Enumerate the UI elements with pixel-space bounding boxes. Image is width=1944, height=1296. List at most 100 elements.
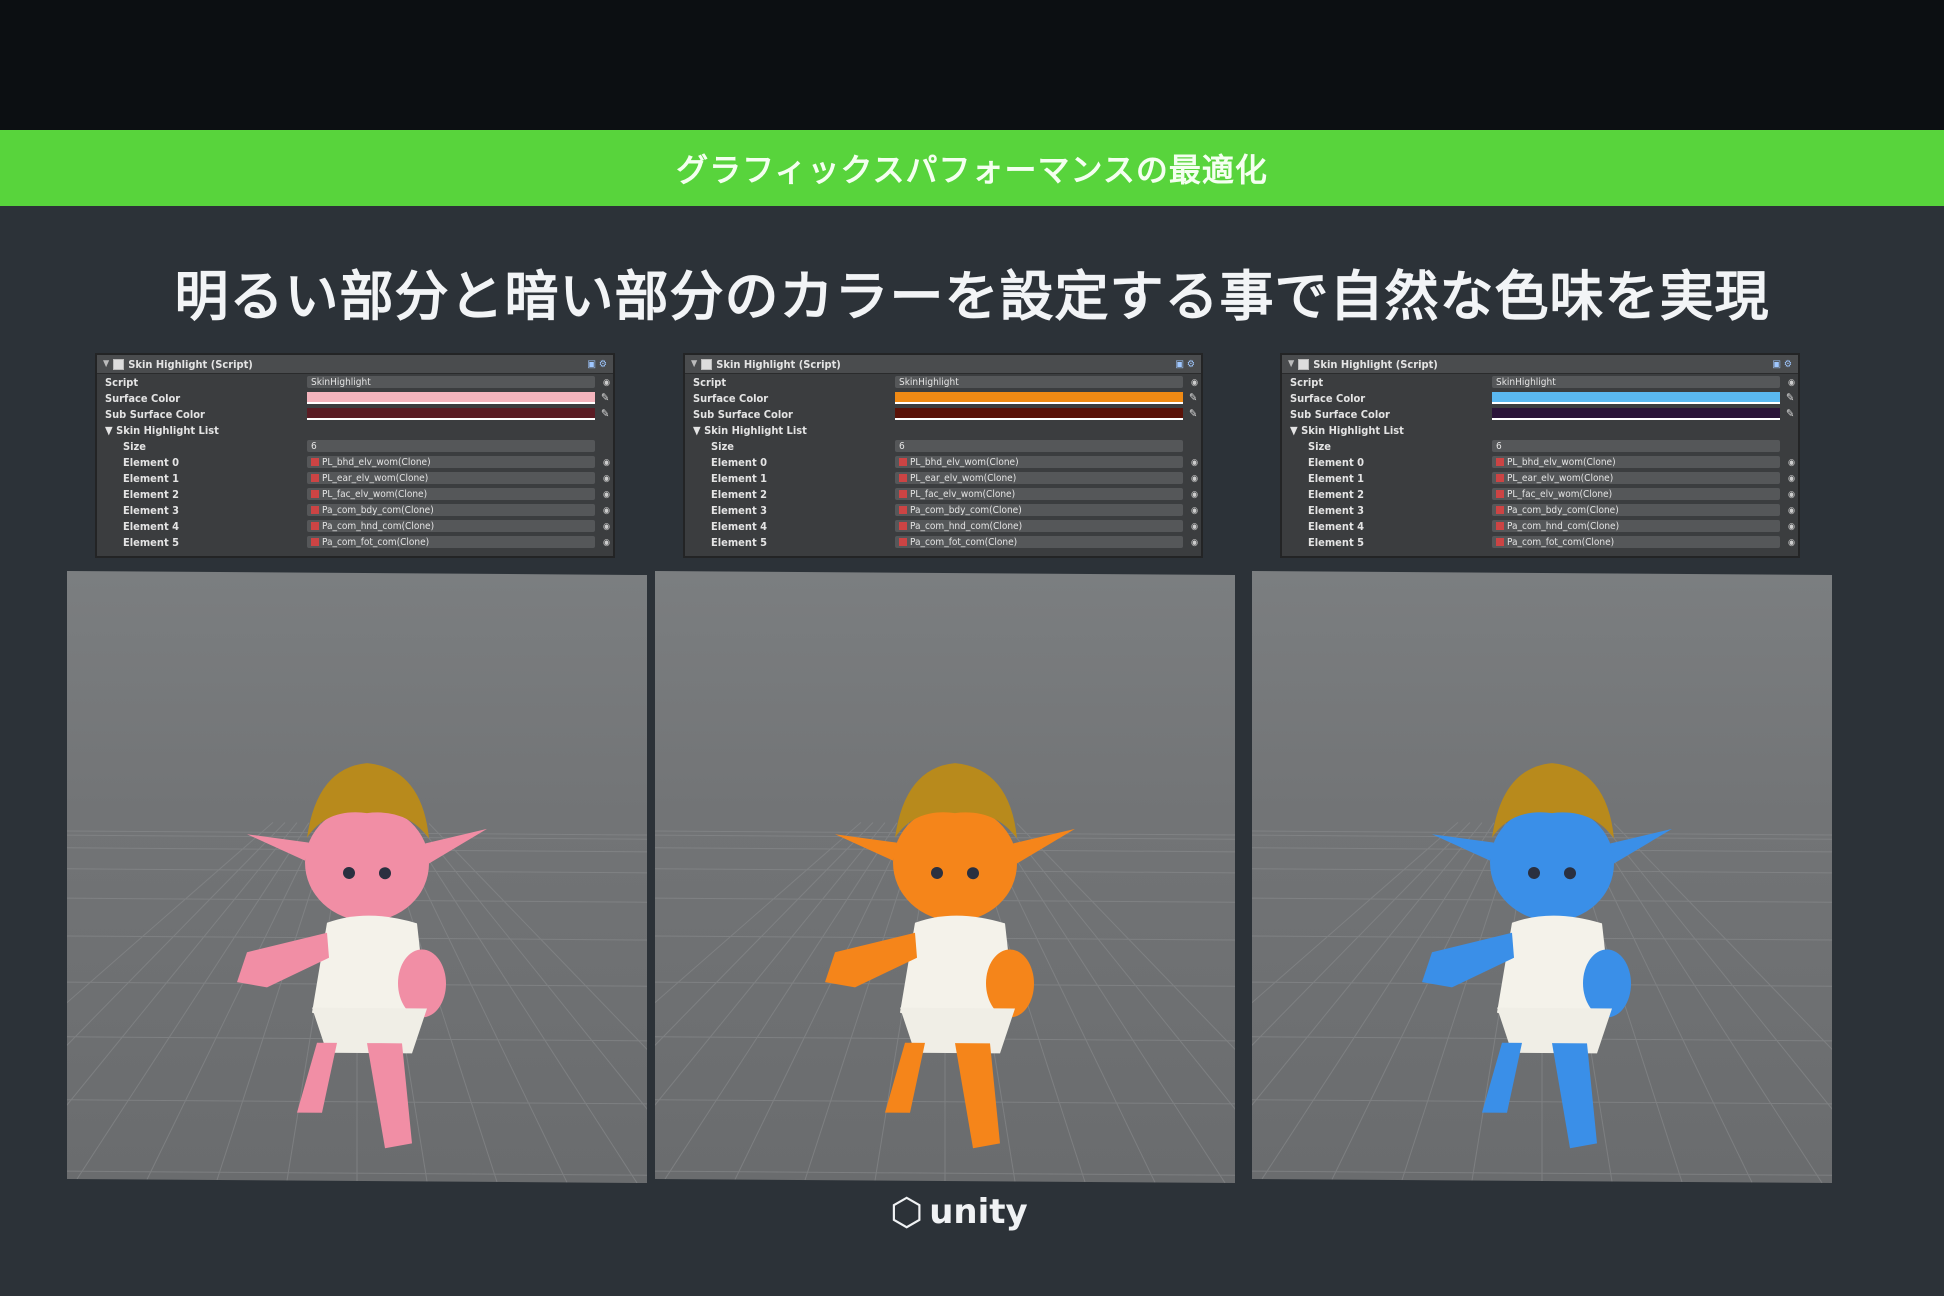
element-object-field[interactable]: Pa_com_hnd_com(Clone) bbox=[307, 520, 595, 532]
object-picker-icon[interactable]: ◉ bbox=[1191, 474, 1198, 484]
element-object-field[interactable]: PL_ear_elv_wom(Clone) bbox=[1492, 472, 1780, 484]
list-foldout-row[interactable]: ▼ Skin Highlight List bbox=[685, 422, 1201, 438]
size-field[interactable]: 6 bbox=[895, 440, 1183, 452]
skin-highlight-inspector: ▼ Skin Highlight (Script) ▣ ⚙ Script Ski… bbox=[683, 353, 1203, 558]
gameobject-icon bbox=[899, 506, 907, 514]
element-object-field[interactable]: Pa_com_fot_com(Clone) bbox=[307, 536, 595, 548]
eyedropper-icon[interactable]: ✎ bbox=[1189, 391, 1197, 404]
element-value: PL_bhd_elv_wom(Clone) bbox=[322, 456, 431, 468]
size-row: Size 6 bbox=[685, 438, 1201, 454]
object-picker-icon[interactable]: ◉ bbox=[603, 522, 610, 532]
component-header[interactable]: ▼ Skin Highlight (Script) ▣ ⚙ bbox=[685, 355, 1201, 374]
sub-surface-color-swatch[interactable] bbox=[307, 408, 595, 420]
element-object-field[interactable]: PL_ear_elv_wom(Clone) bbox=[307, 472, 595, 484]
screen-top-dark-band bbox=[0, 0, 1944, 130]
script-label: Script bbox=[693, 375, 727, 389]
surface-color-row: Surface Color ✎ bbox=[97, 390, 613, 406]
object-picker-icon[interactable]: ◉ bbox=[603, 378, 610, 388]
object-picker-icon[interactable]: ◉ bbox=[1788, 490, 1795, 500]
element-label: Element 1 bbox=[1308, 471, 1364, 485]
element-object-field[interactable]: PL_bhd_elv_wom(Clone) bbox=[307, 456, 595, 468]
component-header[interactable]: ▼ Skin Highlight (Script) ▣ ⚙ bbox=[1282, 355, 1798, 374]
element-object-field[interactable]: PL_fac_elv_wom(Clone) bbox=[895, 488, 1183, 500]
surface-color-swatch[interactable] bbox=[1492, 392, 1780, 404]
element-object-field[interactable]: Pa_com_bdy_com(Clone) bbox=[1492, 504, 1780, 516]
object-picker-icon[interactable]: ◉ bbox=[1191, 538, 1198, 548]
script-value: SkinHighlight bbox=[311, 376, 371, 388]
object-picker-icon[interactable]: ◉ bbox=[1788, 522, 1795, 532]
element-object-field[interactable]: Pa_com_hnd_com(Clone) bbox=[895, 520, 1183, 532]
script-field[interactable]: SkinHighlight bbox=[1492, 376, 1780, 388]
object-picker-icon[interactable]: ◉ bbox=[603, 458, 610, 468]
size-value: 6 bbox=[1496, 440, 1502, 452]
settings-gear-icon[interactable]: ▣ ⚙ bbox=[1772, 359, 1792, 370]
list-element-row: Element 4 Pa_com_hnd_com(Clone) ◉ bbox=[685, 518, 1201, 534]
script-field[interactable]: SkinHighlight bbox=[895, 376, 1183, 388]
element-value: PL_fac_elv_wom(Clone) bbox=[1507, 488, 1613, 500]
object-picker-icon[interactable]: ◉ bbox=[603, 490, 610, 500]
object-picker-icon[interactable]: ◉ bbox=[1788, 474, 1795, 484]
object-picker-icon[interactable]: ◉ bbox=[1788, 538, 1795, 548]
element-label: Element 4 bbox=[1308, 519, 1364, 533]
element-object-field[interactable]: Pa_com_fot_com(Clone) bbox=[1492, 536, 1780, 548]
size-row: Size 6 bbox=[1282, 438, 1798, 454]
enable-checkbox[interactable] bbox=[1298, 358, 1310, 370]
element-object-field[interactable]: PL_bhd_elv_wom(Clone) bbox=[1492, 456, 1780, 468]
eyedropper-icon[interactable]: ✎ bbox=[1786, 391, 1794, 404]
eyedropper-icon[interactable]: ✎ bbox=[601, 391, 609, 404]
sub-surface-color-swatch[interactable] bbox=[1492, 408, 1780, 420]
element-object-field[interactable]: Pa_com_fot_com(Clone) bbox=[895, 536, 1183, 548]
sub-surface-color-row: Sub Surface Color ✎ bbox=[1282, 406, 1798, 422]
list-label: ▼ Skin Highlight List bbox=[1290, 423, 1404, 437]
element-value: Pa_com_bdy_com(Clone) bbox=[910, 504, 1022, 516]
object-picker-icon[interactable]: ◉ bbox=[1788, 458, 1795, 468]
list-foldout-row[interactable]: ▼ Skin Highlight List bbox=[1282, 422, 1798, 438]
object-picker-icon[interactable]: ◉ bbox=[1191, 506, 1198, 516]
surface-color-label: Surface Color bbox=[1290, 391, 1366, 405]
object-picker-icon[interactable]: ◉ bbox=[1788, 378, 1795, 388]
settings-gear-icon[interactable]: ▣ ⚙ bbox=[1175, 359, 1195, 370]
gameobject-icon bbox=[311, 458, 319, 466]
unity-cube-icon: ⬡ bbox=[890, 1190, 924, 1234]
eyedropper-icon[interactable]: ✎ bbox=[1189, 407, 1197, 420]
surface-color-swatch[interactable] bbox=[895, 392, 1183, 404]
element-label: Element 5 bbox=[1308, 535, 1364, 549]
object-picker-icon[interactable]: ◉ bbox=[1191, 522, 1198, 532]
gameobject-icon bbox=[899, 522, 907, 530]
element-object-field[interactable]: Pa_com_bdy_com(Clone) bbox=[895, 504, 1183, 516]
foldout-arrow-icon[interactable]: ▼ bbox=[691, 359, 697, 369]
surface-color-swatch[interactable] bbox=[307, 392, 595, 404]
object-picker-icon[interactable]: ◉ bbox=[603, 538, 610, 548]
element-object-field[interactable]: Pa_com_hnd_com(Clone) bbox=[1492, 520, 1780, 532]
element-object-field[interactable]: PL_ear_elv_wom(Clone) bbox=[895, 472, 1183, 484]
enable-checkbox[interactable] bbox=[701, 358, 713, 370]
size-label: Size bbox=[711, 439, 734, 453]
object-picker-icon[interactable]: ◉ bbox=[1191, 378, 1198, 388]
object-picker-icon[interactable]: ◉ bbox=[603, 474, 610, 484]
element-object-field[interactable]: PL_fac_elv_wom(Clone) bbox=[1492, 488, 1780, 500]
element-value: PL_ear_elv_wom(Clone) bbox=[1507, 472, 1614, 484]
sub-surface-color-swatch[interactable] bbox=[895, 408, 1183, 420]
settings-gear-icon[interactable]: ▣ ⚙ bbox=[587, 359, 607, 370]
foldout-arrow-icon[interactable]: ▼ bbox=[103, 359, 109, 369]
element-label: Element 0 bbox=[1308, 455, 1364, 469]
object-picker-icon[interactable]: ◉ bbox=[1788, 506, 1795, 516]
element-object-field[interactable]: Pa_com_bdy_com(Clone) bbox=[307, 504, 595, 516]
list-element-row: Element 5 Pa_com_fot_com(Clone) ◉ bbox=[1282, 534, 1798, 550]
object-picker-icon[interactable]: ◉ bbox=[1191, 490, 1198, 500]
section-banner: グラフィックスパフォーマンスの最適化 bbox=[0, 130, 1944, 206]
list-foldout-row[interactable]: ▼ Skin Highlight List bbox=[97, 422, 613, 438]
eyedropper-icon[interactable]: ✎ bbox=[1786, 407, 1794, 420]
object-picker-icon[interactable]: ◉ bbox=[603, 506, 610, 516]
script-field[interactable]: SkinHighlight bbox=[307, 376, 595, 388]
enable-checkbox[interactable] bbox=[113, 358, 125, 370]
script-row: Script SkinHighlight ◉ bbox=[1282, 374, 1798, 390]
element-object-field[interactable]: PL_fac_elv_wom(Clone) bbox=[307, 488, 595, 500]
foldout-arrow-icon[interactable]: ▼ bbox=[1288, 359, 1294, 369]
size-field[interactable]: 6 bbox=[307, 440, 595, 452]
element-object-field[interactable]: PL_bhd_elv_wom(Clone) bbox=[895, 456, 1183, 468]
eyedropper-icon[interactable]: ✎ bbox=[601, 407, 609, 420]
size-field[interactable]: 6 bbox=[1492, 440, 1780, 452]
object-picker-icon[interactable]: ◉ bbox=[1191, 458, 1198, 468]
component-header[interactable]: ▼ Skin Highlight (Script) ▣ ⚙ bbox=[97, 355, 613, 374]
